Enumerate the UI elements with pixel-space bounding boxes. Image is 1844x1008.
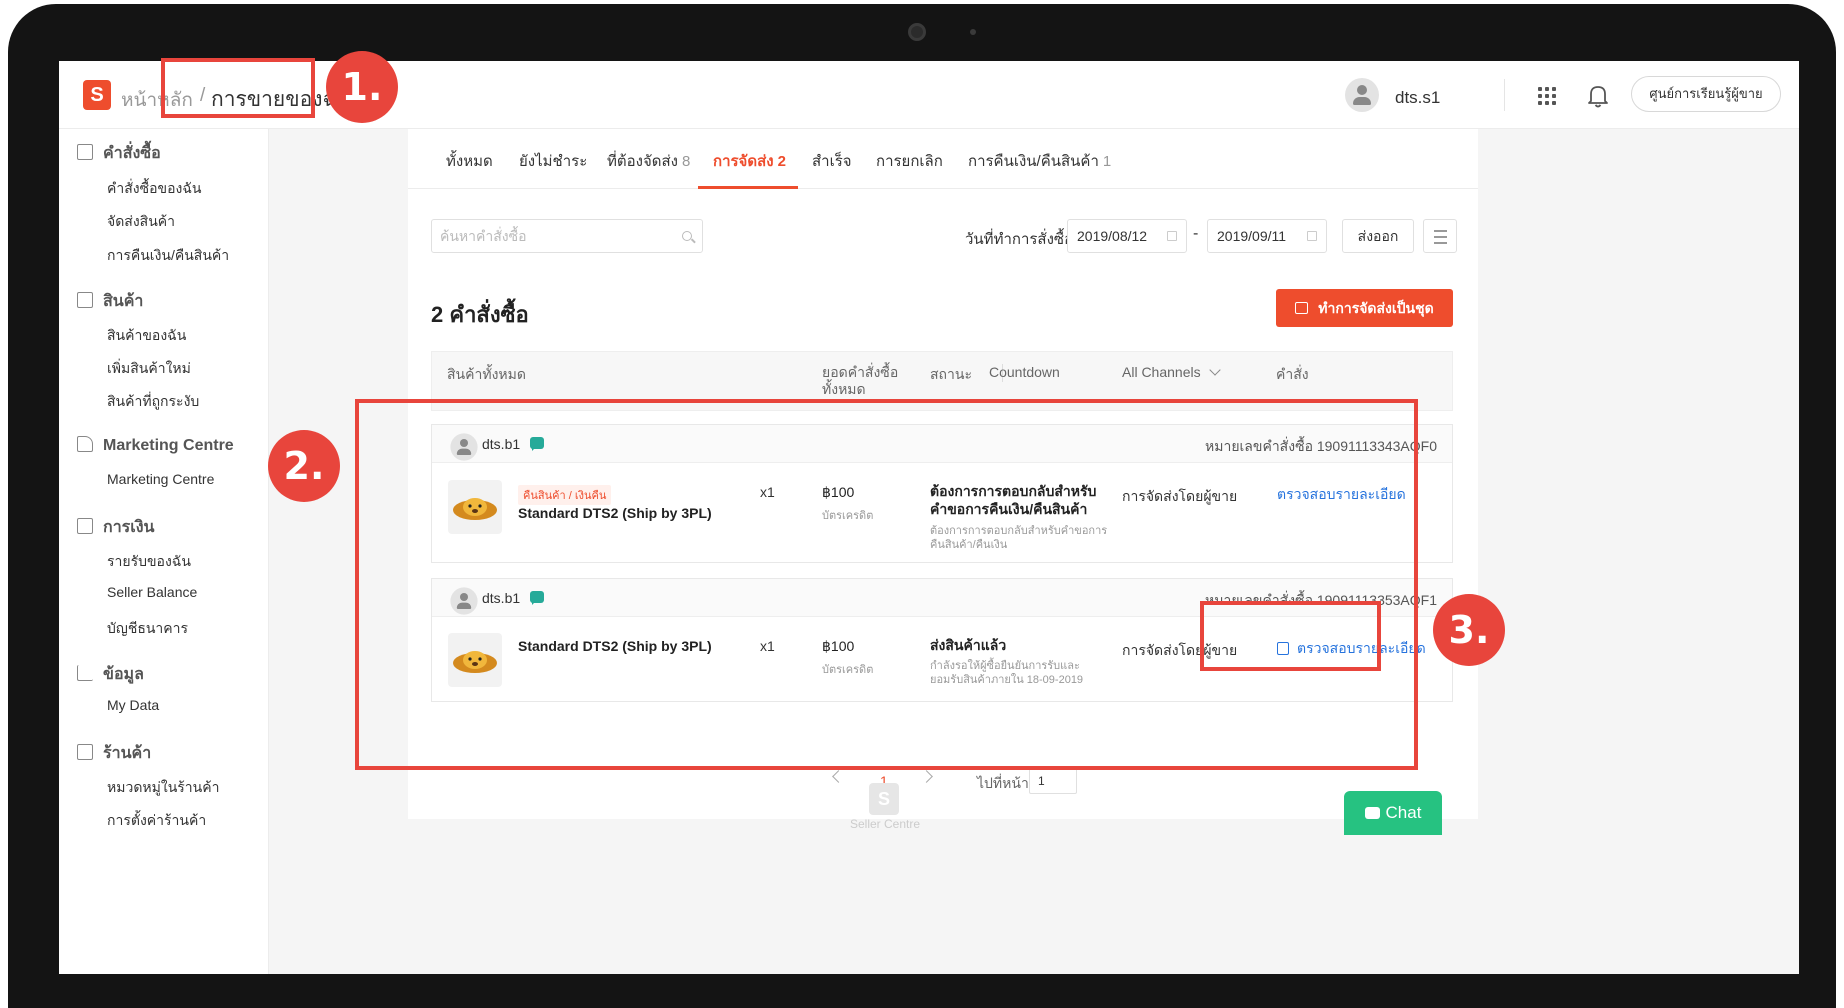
sidebar-item-bank-account[interactable]: บัญชีธนาคาร xyxy=(107,618,188,640)
step-3-badge: 3. xyxy=(1433,594,1505,666)
camera-lens-icon xyxy=(908,23,926,41)
order-count-title: 2 คำสั่งซื้อ xyxy=(431,302,529,327)
apps-grid-icon[interactable] xyxy=(1538,87,1556,105)
previous-page-icon[interactable] xyxy=(832,770,845,783)
goto-page-label: ไปที่หน้า xyxy=(977,775,1029,791)
tab-unpaid[interactable]: ยังไม่ชำระ xyxy=(519,149,587,173)
tab-shipping[interactable]: การจัดส่ง 2 xyxy=(713,149,786,173)
sidebar-item-shipping[interactable]: จัดส่งสินค้า xyxy=(107,211,175,233)
bell-icon[interactable] xyxy=(1586,83,1610,109)
sidebar-item-marketing-centre[interactable]: Marketing Centre xyxy=(107,471,214,487)
channels-filter[interactable]: All Channels xyxy=(1122,364,1221,380)
sidebar-item-shop-categories[interactable]: หมวดหมู่ในร้านค้า xyxy=(107,777,219,799)
sidebar: คำสั่งซื้อ คำสั่งซื้อของฉัน จัดส่งสินค้า… xyxy=(59,129,269,974)
step-2-badge: 2. xyxy=(268,430,340,502)
next-page-icon[interactable] xyxy=(920,770,933,783)
highlight-orders-list xyxy=(355,399,1418,770)
search-icon[interactable] xyxy=(682,231,692,241)
shopee-logo-icon[interactable]: S xyxy=(83,80,111,110)
sidebar-item-suspended-products[interactable]: สินค้าที่ถูกระงับ xyxy=(107,391,199,413)
column-header-products: สินค้าทั้งหมด xyxy=(447,366,526,382)
sidebar-item-my-products[interactable]: สินค้าของฉัน xyxy=(107,325,186,347)
sidebar-item-shop-settings[interactable]: การตั้งค่าร้านค้า xyxy=(107,810,206,832)
webcam xyxy=(832,14,1012,50)
sidebar-item-returns[interactable]: การคืนเงิน/คืนสินค้า xyxy=(107,245,229,267)
active-tab-indicator xyxy=(698,186,798,189)
calendar-icon xyxy=(1167,231,1177,241)
step-1-badge: 1. xyxy=(326,51,398,123)
date-from-field[interactable]: 2019/08/12 xyxy=(1067,219,1187,253)
sidebar-group-marketing[interactable]: Marketing Centre xyxy=(77,436,234,455)
tab-to-ship[interactable]: ที่ต้องจัดส่ง 8 xyxy=(607,149,690,173)
goto-page-input[interactable]: 1 xyxy=(1029,766,1077,794)
highlight-view-details xyxy=(1200,601,1381,671)
tab-completed[interactable]: สำเร็จ xyxy=(812,149,852,173)
user-name[interactable]: dts.s1 xyxy=(1395,88,1440,108)
export-button[interactable]: ส่งออก xyxy=(1342,219,1414,253)
sidebar-item-seller-balance[interactable]: Seller Balance xyxy=(107,584,197,600)
order-tabs: ทั้งหมด ยังไม่ชำระ ที่ต้องจัดส่ง 8 การจัด… xyxy=(408,129,1478,189)
product-icon xyxy=(77,292,93,308)
sidebar-group-finance[interactable]: การเงิน xyxy=(77,515,154,540)
user-avatar[interactable] xyxy=(1345,78,1379,112)
order-date-label: วันที่ทำการสั่งซื้อ xyxy=(965,231,1074,248)
sidebar-group-data[interactable]: ข้อมูล xyxy=(77,662,144,687)
tab-cancelled[interactable]: การยกเลิก xyxy=(876,149,943,173)
tab-returns[interactable]: การคืนเงิน/คืนสินค้า 1 xyxy=(968,149,1111,173)
chart-icon xyxy=(77,665,93,681)
order-search-input[interactable] xyxy=(440,226,670,246)
column-header-action: คำสั่ง xyxy=(1276,366,1309,382)
highlight-breadcrumb xyxy=(161,58,315,118)
sidebar-group-shop[interactable]: ร้านค้า xyxy=(77,741,151,766)
column-header-countdown: Countdown xyxy=(989,364,1060,380)
batch-ship-icon xyxy=(1295,302,1309,314)
sidebar-item-income[interactable]: รายรับของฉัน xyxy=(107,551,191,573)
wallet-icon xyxy=(77,518,93,534)
sidebar-item-my-data[interactable]: My Data xyxy=(107,697,159,713)
top-bar: S หน้าหลัก / การขายของฉัน dts.s1 ศูนย์กา… xyxy=(59,61,1799,129)
export-list-button[interactable] xyxy=(1423,219,1457,253)
camera-led-icon xyxy=(970,29,976,35)
calendar-icon xyxy=(1307,231,1317,241)
order-icon xyxy=(77,144,93,160)
tag-icon xyxy=(77,436,93,452)
chevron-down-icon xyxy=(1208,364,1221,376)
date-to-field[interactable]: 2019/09/11 xyxy=(1207,219,1327,253)
learning-center-button[interactable]: ศูนย์การเรียนรู้ผู้ขาย xyxy=(1631,76,1781,112)
column-header-status: สถานะ xyxy=(930,366,972,382)
order-search xyxy=(431,219,703,253)
seller-centre-label: Seller Centre xyxy=(850,817,921,831)
sidebar-group-orders[interactable]: คำสั่งซื้อ xyxy=(77,141,161,166)
column-header-total: ยอดคำสั่งซื้อ ทั้งหมด xyxy=(822,364,899,397)
sidebar-item-my-orders[interactable]: คำสั่งซื้อของฉัน xyxy=(107,178,201,200)
chat-icon xyxy=(1364,807,1380,819)
date-range-separator: - xyxy=(1193,225,1199,242)
shop-icon xyxy=(77,744,93,760)
header-divider xyxy=(1504,79,1505,111)
chat-button[interactable]: Chat xyxy=(1344,791,1442,835)
sidebar-item-add-product[interactable]: เพิ่มสินค้าใหม่ xyxy=(107,358,191,380)
tab-all[interactable]: ทั้งหมด xyxy=(446,149,493,173)
batch-ship-button[interactable]: ทำการจัดส่งเป็นชุด xyxy=(1276,289,1453,327)
list-icon xyxy=(1434,230,1447,232)
sidebar-group-products[interactable]: สินค้า xyxy=(77,289,143,314)
seller-centre-logo-icon: S xyxy=(869,783,899,815)
